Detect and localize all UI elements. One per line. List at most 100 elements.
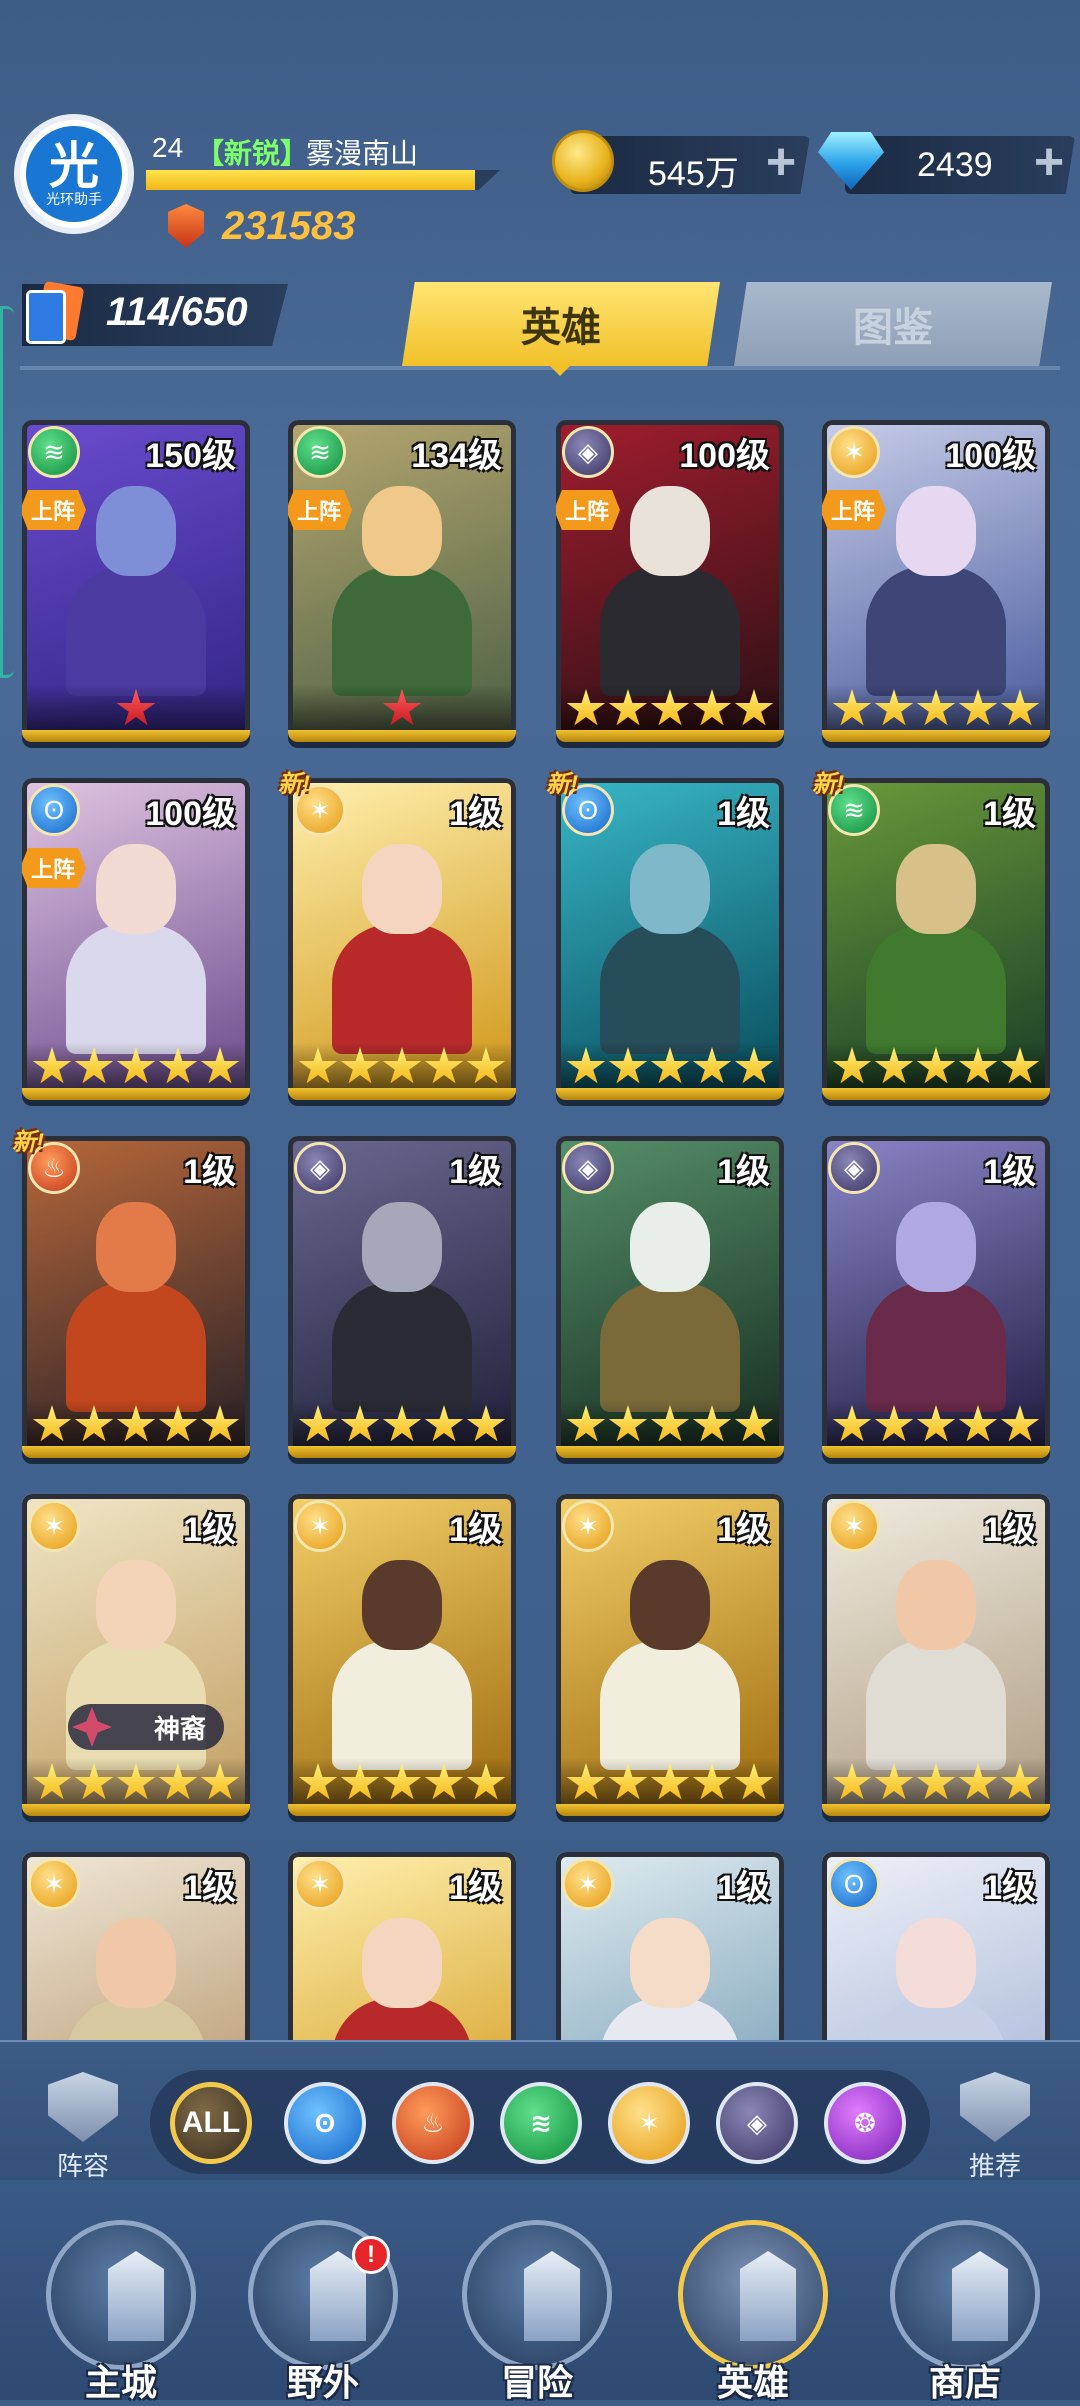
hero-card[interactable]: ◈ 1级	[556, 1136, 784, 1458]
hero-level: 1级	[449, 795, 502, 833]
star-icon	[958, 1047, 998, 1084]
star-icon	[566, 1405, 606, 1442]
filter-chaos-button[interactable]: ❂	[824, 2082, 906, 2164]
hero-level: 1级	[983, 1511, 1036, 1549]
star-icon	[566, 1763, 606, 1800]
sword-icon	[524, 2251, 580, 2341]
thumbs-up-icon	[960, 2072, 1030, 2142]
hero-card[interactable]: ✶ 1级 神裔	[22, 1494, 250, 1816]
hero-card[interactable]: ◈ 1级	[822, 1136, 1050, 1458]
hero-card[interactable]: ✶ 1级	[288, 1494, 516, 1816]
filter-water-button[interactable]: ʘ	[284, 2082, 366, 2164]
hero-card[interactable]: ◈ 100级 上阵	[556, 420, 784, 742]
hero-card[interactable]: ♨ 1级	[22, 1136, 250, 1458]
star-rating	[288, 1046, 516, 1088]
divine-lineage-badge: 神裔	[68, 1704, 224, 1750]
star-icon	[874, 689, 914, 726]
deployed-badge: 上阵	[556, 490, 620, 530]
star-icon	[874, 1763, 914, 1800]
lineup-button[interactable]: 阵容	[28, 2072, 138, 2183]
filter-light-button[interactable]: ✶	[608, 2082, 690, 2164]
nav-sword[interactable]: 冒险	[452, 2220, 622, 2403]
nav-knight-helmet[interactable]: 英雄	[668, 2220, 838, 2403]
dark-faction-icon: ◈	[294, 1142, 346, 1194]
star-icon	[692, 1405, 732, 1442]
star-icon	[608, 1763, 648, 1800]
deployed-badge: 上阵	[288, 490, 352, 530]
hero-card[interactable]: ✶ 1级	[556, 1852, 784, 2040]
star-icon	[32, 1405, 72, 1442]
star-icon	[382, 1405, 422, 1442]
dark-faction-icon: ◈	[828, 1142, 880, 1194]
star-icon	[340, 1047, 380, 1084]
hero-card[interactable]: ≋ 1级	[822, 778, 1050, 1100]
new-hero-tag: 新!	[12, 1129, 44, 1156]
star-icon	[74, 1763, 114, 1800]
shop-icon	[952, 2251, 1008, 2341]
star-icon	[566, 1047, 606, 1084]
hero-card[interactable]: ✶ 1级	[556, 1494, 784, 1816]
star-icon	[382, 1047, 422, 1084]
light-faction-icon: ✶	[828, 426, 880, 478]
star-rating	[22, 688, 250, 730]
hero-card[interactable]: ✶ 1级	[22, 1852, 250, 2040]
hero-card[interactable]: ≋ 134级 上阵	[288, 420, 516, 742]
nav-label: 英雄	[716, 2362, 789, 2403]
light-faction-icon: ✶	[828, 1500, 880, 1552]
star-icon	[424, 1047, 464, 1084]
hero-level: 1级	[449, 1869, 502, 1907]
notification-badge: !	[352, 2236, 390, 2274]
star-icon	[916, 1047, 956, 1084]
hero-card[interactable]: ʘ 1级	[822, 1852, 1050, 2040]
star-icon	[74, 1047, 114, 1084]
filter-wind-button[interactable]: ≋	[500, 2082, 582, 2164]
star-icon	[32, 1763, 72, 1800]
castle-icon	[108, 2251, 164, 2341]
wind-faction-icon: ≋	[28, 426, 80, 478]
hero-card[interactable]: ✶ 1级	[288, 1852, 516, 2040]
star-icon	[158, 1047, 198, 1084]
new-hero-tag: 新!	[812, 771, 844, 798]
filter-dark-button[interactable]: ◈	[716, 2082, 798, 2164]
star-icon	[116, 1047, 156, 1084]
star-icon	[692, 1047, 732, 1084]
light-faction-icon: ✶	[294, 1858, 346, 1910]
hero-level: 1级	[183, 1153, 236, 1191]
divine-lineage-label: 神裔	[153, 1713, 206, 1744]
filter-fire-button[interactable]: ♨	[392, 2082, 474, 2164]
hero-card[interactable]: ʘ 1级	[556, 778, 784, 1100]
nav-label: 冒险	[500, 2362, 573, 2403]
hero-card[interactable]: ✶ 1级	[822, 1494, 1050, 1816]
star-icon	[200, 1047, 240, 1084]
hero-level: 1级	[983, 1869, 1036, 1907]
star-icon	[116, 1763, 156, 1800]
hero-card[interactable]: ◈ 1级	[288, 1136, 516, 1458]
recommend-label: 推荐	[968, 2151, 1021, 2181]
light-faction-icon: ✶	[28, 1858, 80, 1910]
hero-card[interactable]: ≋ 150级 上阵	[22, 420, 250, 742]
star-icon	[832, 1405, 872, 1442]
filter-all-button[interactable]: ALL	[170, 2082, 252, 2164]
star-icon	[874, 1047, 914, 1084]
recommend-button[interactable]: 推荐	[940, 2072, 1050, 2183]
star-icon	[1000, 1763, 1040, 1800]
hero-card[interactable]: ✶ 1级	[288, 778, 516, 1100]
star-rating	[556, 1762, 784, 1804]
light-faction-icon: ✶	[562, 1858, 614, 1910]
star-rating	[22, 1046, 250, 1088]
star-icon	[1000, 689, 1040, 726]
hero-card[interactable]: ✶ 100级 上阵	[822, 420, 1050, 742]
star-icon	[734, 1763, 774, 1800]
light-faction-icon: ✶	[562, 1500, 614, 1552]
hero-card[interactable]: ʘ 100级 上阵	[22, 778, 250, 1100]
star-icon	[158, 1763, 198, 1800]
star-rating	[556, 1404, 784, 1446]
star-rating	[288, 1762, 516, 1804]
hero-level: 150级	[145, 437, 236, 475]
nav-shop[interactable]: 商店	[880, 2220, 1050, 2403]
hero-level: 1级	[717, 1153, 770, 1191]
star-icon	[832, 689, 872, 726]
nav-castle[interactable]: 主城	[36, 2220, 206, 2403]
star-icon	[650, 1405, 690, 1442]
new-hero-tag: 新!	[278, 771, 310, 798]
